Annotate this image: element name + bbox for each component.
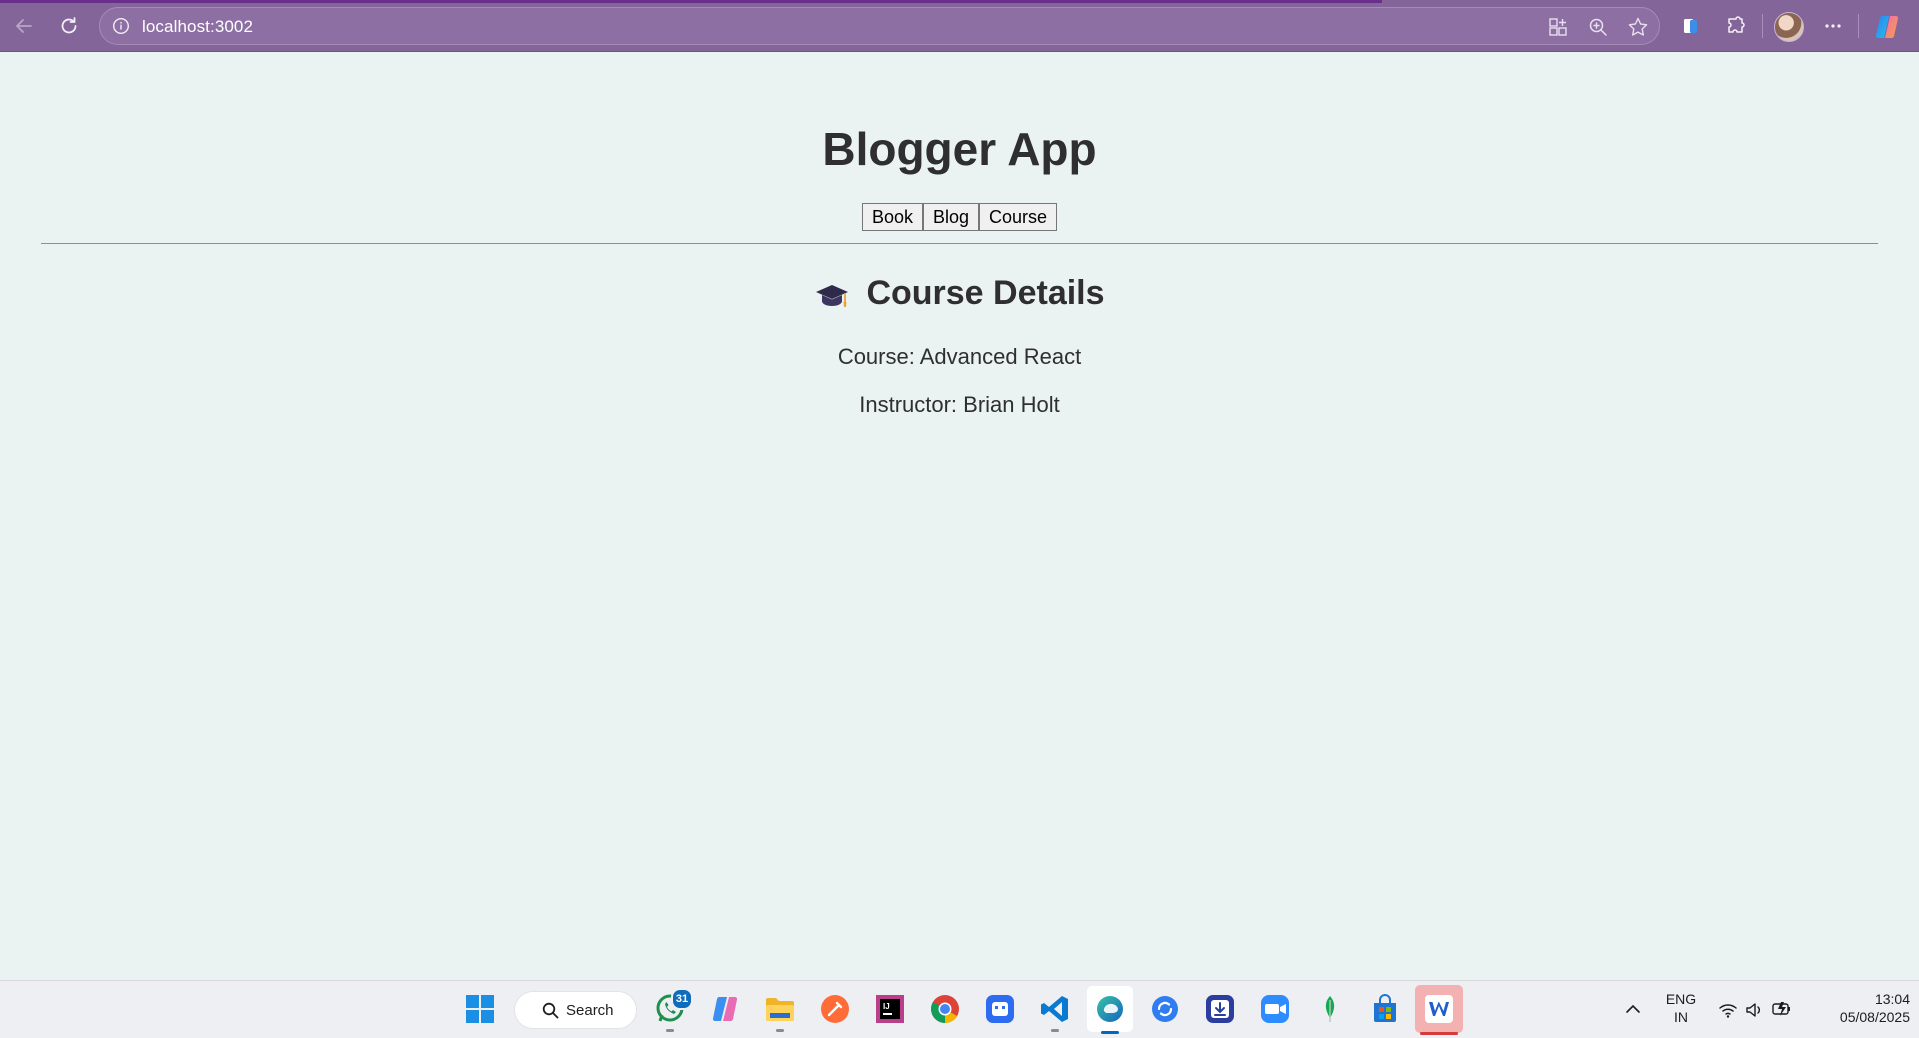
- edge-icon: [1097, 996, 1123, 1022]
- zoom-meeting-icon: [1261, 995, 1289, 1023]
- back-button[interactable]: [10, 12, 38, 40]
- clock-date: 05/08/2025: [1839, 1009, 1910, 1025]
- battery-charging-icon[interactable]: [1771, 1000, 1793, 1018]
- puzzle-icon: [1728, 16, 1745, 33]
- notification-badge: 31: [671, 988, 693, 1010]
- wifi-icon[interactable]: [1718, 1001, 1738, 1019]
- clock[interactable]: 13:04 05/08/2025: [1810, 991, 1910, 1025]
- running-indicator: [666, 1029, 674, 1032]
- whatsapp-app[interactable]: 31: [653, 988, 693, 1032]
- app-title: Blogger App: [822, 123, 1097, 175]
- chat-app-icon: [986, 995, 1014, 1023]
- active-indicator: [1101, 1031, 1119, 1034]
- svg-text:IJ: IJ: [883, 1002, 890, 1011]
- more-dots-icon: [1825, 24, 1841, 28]
- toolbar-divider: [1762, 14, 1763, 38]
- file-explorer-app[interactable]: [763, 992, 797, 1032]
- chrome-app[interactable]: [928, 992, 962, 1026]
- reload-button[interactable]: [55, 12, 83, 40]
- clock-time: 13:04: [1874, 991, 1910, 1007]
- horizontal-divider: [41, 243, 1878, 244]
- teams-like-app[interactable]: [983, 992, 1017, 1026]
- word-app[interactable]: [1415, 985, 1463, 1035]
- course-name-line: Course: Advanced React: [837, 344, 1082, 369]
- instructor-line: Instructor: Brian Holt: [859, 392, 1060, 417]
- extensions-button[interactable]: [1723, 13, 1749, 39]
- favorite-star-icon[interactable]: [1627, 16, 1649, 38]
- address-bar[interactable]: localhost:3002: [99, 7, 1660, 45]
- site-info-icon[interactable]: [112, 17, 130, 35]
- search-icon: [542, 1002, 559, 1019]
- section-heading-text: Course Details: [866, 274, 1105, 312]
- copilot-app-icon: [712, 996, 738, 1022]
- book-button[interactable]: Book: [861, 203, 923, 231]
- language-code: ENG: [1665, 991, 1697, 1007]
- chevron-up-icon: [1626, 1004, 1640, 1013]
- toolbar-divider: [1858, 14, 1859, 38]
- running-indicator: [776, 1029, 784, 1032]
- windows-taskbar: Search 31 IJ ENG IN 13:04 05/08/2025: [0, 980, 1919, 1038]
- graduation-cap-icon: [816, 284, 849, 307]
- start-button[interactable]: [463, 992, 497, 1026]
- mongodb-leaf-icon: [1325, 996, 1335, 1022]
- taskbar-search[interactable]: Search: [514, 991, 637, 1029]
- region-code: IN: [1674, 1009, 1688, 1025]
- page-content: Blogger App Book Blog Course Course Deta…: [0, 52, 1919, 980]
- blog-button[interactable]: Blog: [922, 203, 980, 231]
- section-heading: Course Details: [0, 274, 1919, 313]
- browser-toolbar: localhost:3002: [0, 0, 1919, 52]
- running-indicator: [1051, 1029, 1059, 1032]
- show-hidden-icons-button[interactable]: [1616, 992, 1650, 1026]
- page-load-progress: [0, 0, 1382, 3]
- search-label: Search: [566, 1002, 614, 1019]
- vscode-app[interactable]: [1038, 992, 1072, 1032]
- app-available-icon[interactable]: [1547, 16, 1569, 38]
- store-app[interactable]: [1368, 992, 1402, 1026]
- intellij-icon: IJ: [876, 995, 904, 1023]
- postman-icon: [821, 995, 849, 1023]
- course-button[interactable]: Course: [979, 203, 1058, 231]
- reload-icon: [61, 17, 77, 34]
- windows-logo-icon: [466, 995, 494, 1023]
- sync-app[interactable]: [1148, 992, 1182, 1026]
- collections-icon: [1684, 19, 1697, 33]
- folder-icon: [766, 998, 794, 1021]
- collections-button[interactable]: [1678, 13, 1704, 39]
- copilot-app[interactable]: [708, 992, 742, 1026]
- nav-tabs: Book Blog Course: [0, 203, 1919, 231]
- word-w-icon: [1425, 995, 1453, 1023]
- settings-more-button[interactable]: [1820, 13, 1846, 39]
- chrome-icon: [931, 995, 959, 1023]
- volume-icon[interactable]: [1745, 1001, 1765, 1019]
- profile-avatar[interactable]: [1774, 12, 1804, 42]
- sync-app-icon: [1152, 996, 1178, 1022]
- installer-app[interactable]: [1203, 992, 1237, 1026]
- zoom-icon[interactable]: [1587, 16, 1609, 38]
- edge-app[interactable]: [1087, 986, 1133, 1034]
- url-text[interactable]: localhost:3002: [142, 17, 253, 37]
- vscode-icon: [1041, 996, 1068, 1022]
- copilot-icon[interactable]: [1873, 13, 1901, 41]
- back-arrow-icon: [16, 19, 32, 33]
- microsoft-store-icon: [1374, 994, 1396, 1022]
- intellij-app[interactable]: IJ: [873, 992, 907, 1026]
- input-language[interactable]: ENG IN: [1658, 991, 1704, 1025]
- postman-app[interactable]: [818, 992, 852, 1026]
- zoom-app[interactable]: [1258, 992, 1292, 1026]
- mongodb-app[interactable]: [1313, 992, 1347, 1026]
- download-app-icon: [1206, 995, 1234, 1023]
- active-indicator: [1420, 1032, 1458, 1035]
